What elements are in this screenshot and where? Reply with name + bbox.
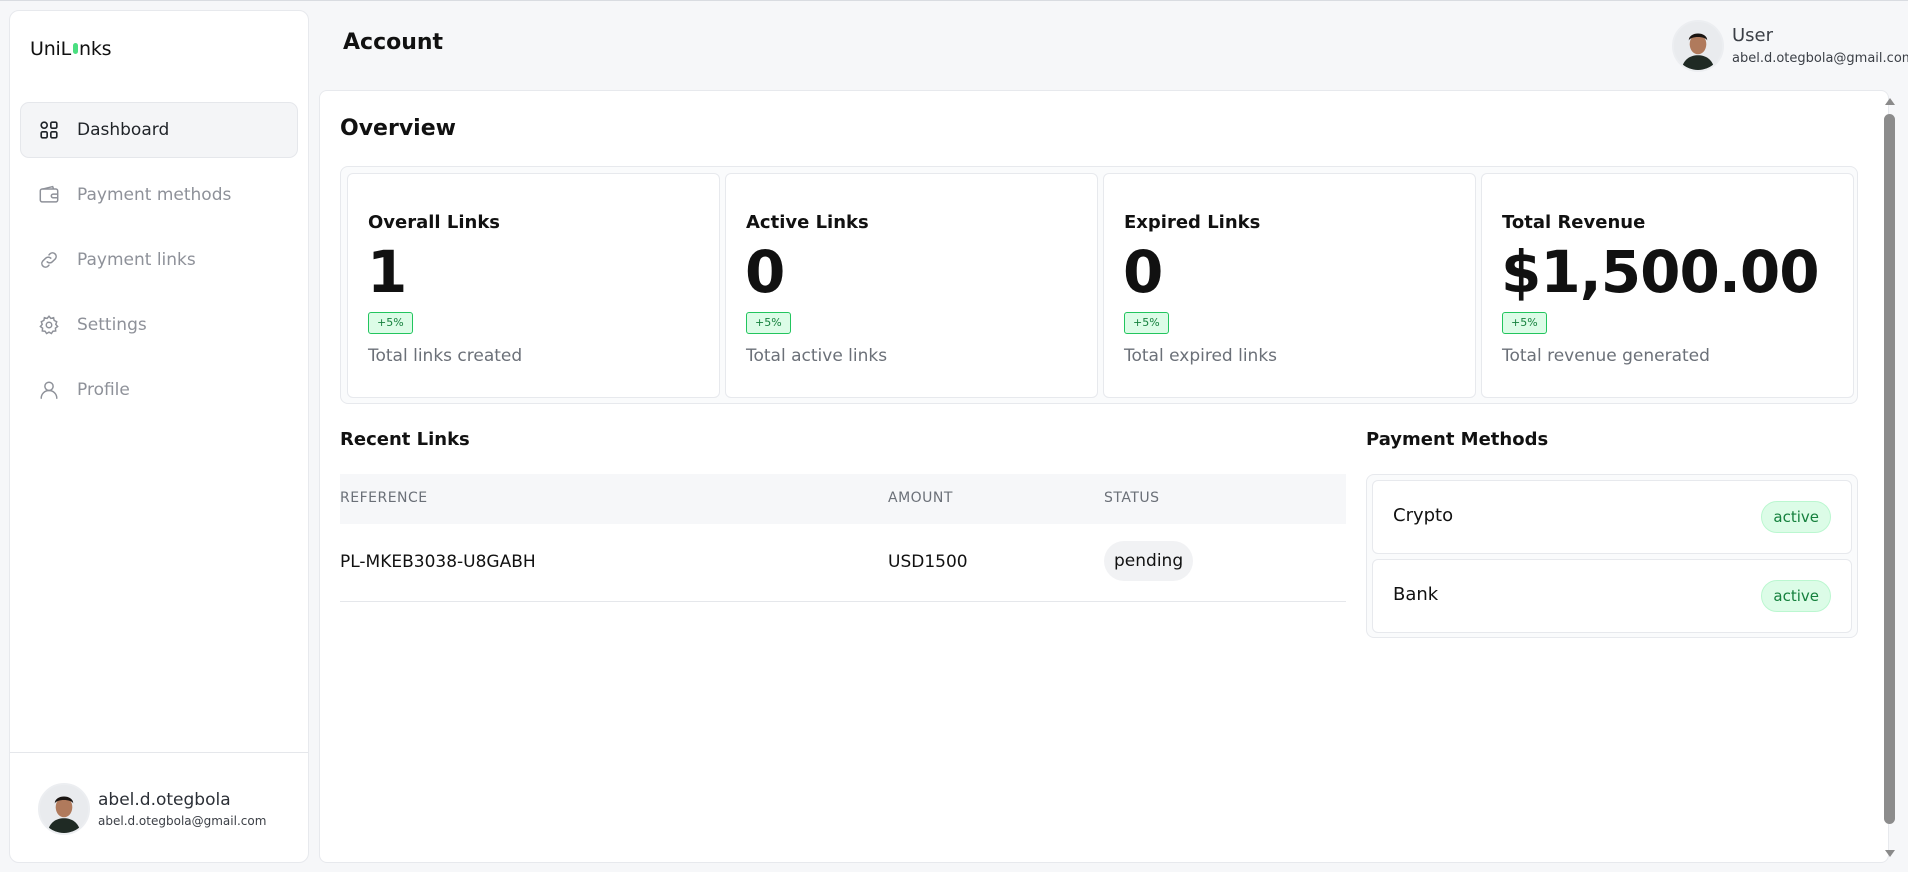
table-header: REFERENCE AMOUNT STATUS — [340, 474, 1346, 524]
overview-title: Overview — [340, 116, 456, 141]
header-user[interactable]: User abel.d.otegbola@gmail.com — [1672, 20, 1908, 72]
app-logo[interactable]: UniL nks — [30, 38, 112, 60]
scrollbar-thumb[interactable] — [1884, 114, 1895, 824]
stat-value: 0 — [1123, 238, 1163, 306]
stat-card-overall-links: Overall Links 1 +5% Total links created — [347, 173, 720, 398]
stat-description: Total revenue generated — [1502, 346, 1710, 366]
status-badge: active — [1761, 501, 1831, 533]
sidebar-user-email: abel.d.otegbola@gmail.com — [98, 814, 267, 828]
logo-text-start: UniL — [30, 38, 72, 60]
stat-description: Total expired links — [1124, 346, 1278, 366]
status-badge: pending — [1104, 541, 1194, 581]
stat-value: $1,500.00 — [1501, 238, 1820, 306]
stat-card-total-revenue: Total Revenue $1,500.00 +5% Total revenu… — [1481, 173, 1854, 398]
sidebar-nav: Dashboard Payment methods Payment links — [20, 102, 298, 427]
column-header-amount: AMOUNT — [888, 490, 953, 506]
stats-container: Overall Links 1 +5% Total links created … — [340, 166, 1858, 404]
status-badge: active — [1761, 580, 1831, 612]
table-row[interactable]: PL-MKEB3038-U8GABH USD1500 pending — [340, 524, 1346, 602]
sidebar-divider — [10, 752, 308, 753]
stat-change-badge: +5% — [368, 312, 413, 334]
logo-text-end: nks — [79, 38, 112, 60]
stat-description: Total active links — [746, 346, 888, 366]
header-user-email: abel.d.otegbola@gmail.com — [1732, 51, 1908, 66]
user-icon — [38, 379, 60, 401]
wallet-icon — [38, 184, 60, 206]
grid-icon — [38, 119, 60, 141]
payment-method-crypto[interactable]: Crypto active — [1372, 480, 1852, 554]
column-header-reference: REFERENCE — [340, 490, 428, 506]
amount-cell: USD1500 — [888, 552, 968, 572]
stat-card-expired-links: Expired Links 0 +5% Total expired links — [1103, 173, 1476, 398]
sidebar-user[interactable]: abel.d.otegbola abel.d.otegbola@gmail.co… — [38, 783, 266, 835]
avatar — [1672, 20, 1724, 72]
stat-title: Overall Links — [368, 212, 501, 233]
sidebar-item-settings[interactable]: Settings — [20, 297, 298, 353]
main-scrollbar[interactable] — [1883, 94, 1896, 860]
column-header-status: STATUS — [1104, 490, 1160, 506]
stat-value: 0 — [745, 238, 785, 306]
recent-links-title: Recent Links — [340, 429, 470, 450]
link-icon — [38, 249, 60, 271]
logo-dot — [73, 43, 79, 54]
stat-description: Total links created — [368, 346, 523, 366]
payment-method-name: Crypto — [1393, 505, 1454, 526]
page-title: Account — [343, 30, 444, 55]
header-user-name: User — [1732, 25, 1774, 46]
gear-icon — [38, 314, 60, 336]
payment-methods-title: Payment Methods — [1366, 429, 1549, 450]
scroll-up-arrow-icon[interactable] — [1885, 98, 1895, 105]
window-top-border — [0, 0, 1908, 1]
sidebar-user-name: abel.d.otegbola — [98, 790, 231, 810]
sidebar-item-payment-methods[interactable]: Payment methods — [20, 167, 298, 223]
stat-title: Total Revenue — [1502, 212, 1646, 233]
recent-links-table: REFERENCE AMOUNT STATUS PL-MKEB3038-U8GA… — [340, 474, 1346, 602]
sidebar-item-dashboard[interactable]: Dashboard — [20, 102, 298, 158]
sidebar: UniL nks Dashboard Payment methods Payme… — [9, 10, 309, 863]
scroll-down-arrow-icon[interactable] — [1885, 850, 1895, 857]
sidebar-item-label: Payment methods — [77, 185, 232, 205]
stat-change-badge: +5% — [746, 312, 791, 334]
payment-methods-list: Crypto active Bank active — [1366, 474, 1858, 638]
payment-method-bank[interactable]: Bank active — [1372, 559, 1852, 633]
sidebar-item-label: Payment links — [77, 250, 196, 270]
sidebar-item-label: Dashboard — [77, 120, 170, 140]
stat-value: 1 — [367, 238, 407, 306]
reference-cell: PL-MKEB3038-U8GABH — [340, 552, 536, 572]
stat-title: Expired Links — [1124, 212, 1261, 233]
payment-method-name: Bank — [1393, 584, 1439, 605]
stat-title: Active Links — [746, 212, 869, 233]
sidebar-item-label: Settings — [77, 315, 147, 335]
stat-change-badge: +5% — [1502, 312, 1547, 334]
stat-card-active-links: Active Links 0 +5% Total active links — [725, 173, 1098, 398]
sidebar-item-profile[interactable]: Profile — [20, 362, 298, 418]
sidebar-item-label: Profile — [77, 380, 130, 400]
sidebar-item-payment-links[interactable]: Payment links — [20, 232, 298, 288]
stat-change-badge: +5% — [1124, 312, 1169, 334]
avatar — [38, 783, 90, 835]
